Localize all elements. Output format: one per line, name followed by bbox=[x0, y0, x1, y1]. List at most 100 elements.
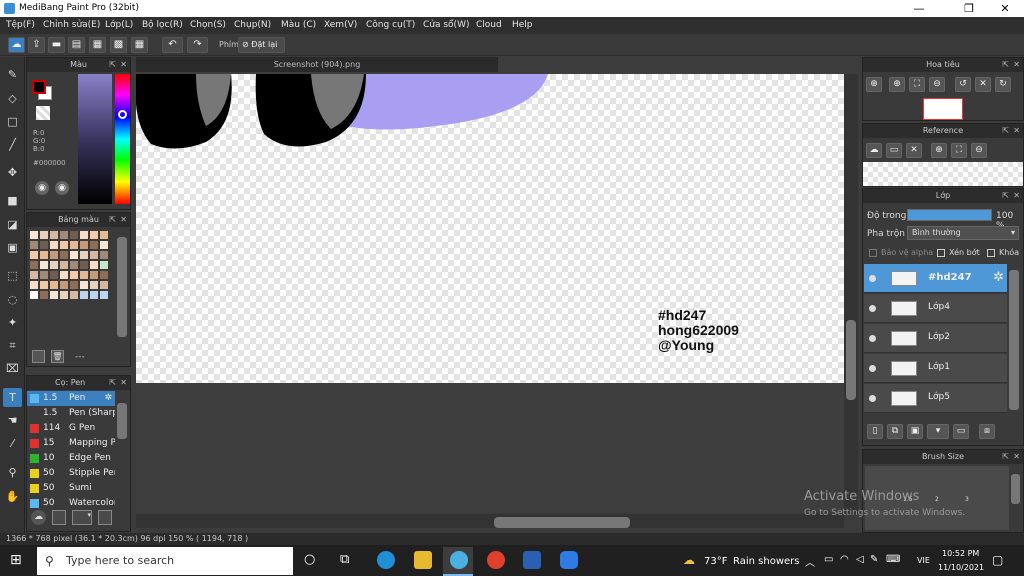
palette-swatch[interactable] bbox=[80, 291, 88, 299]
menu-view[interactable]: Xem(V) bbox=[324, 20, 357, 30]
reference-canvas[interactable] bbox=[863, 162, 1023, 186]
palette-swatch[interactable] bbox=[100, 251, 108, 259]
palette-swatch[interactable] bbox=[60, 281, 68, 289]
layer-merge-icon[interactable]: ⧈ bbox=[979, 424, 995, 439]
grid-icon[interactable]: ▩ bbox=[110, 37, 127, 53]
select-pen-tool-icon[interactable]: ⌗ bbox=[3, 336, 22, 355]
palette-swatch[interactable] bbox=[30, 271, 38, 279]
menu-layer[interactable]: Lớp(L) bbox=[105, 20, 133, 30]
brush-item[interactable]: 50 Sumi bbox=[27, 481, 115, 496]
navigator-preview[interactable] bbox=[923, 98, 963, 120]
menu-filter[interactable]: Bộ lọc(R) bbox=[142, 20, 183, 30]
palette-swatch[interactable] bbox=[50, 241, 58, 249]
palette-swatch[interactable] bbox=[50, 261, 58, 269]
zoom-out-icon[interactable]: ⊖ bbox=[929, 77, 945, 92]
undo-icon[interactable]: ↶ bbox=[162, 37, 183, 53]
actual-size-icon[interactable]: ⛶ bbox=[909, 77, 925, 92]
layer-row[interactable]: Lớp5 bbox=[864, 384, 1007, 413]
palette-swatch[interactable] bbox=[40, 291, 48, 299]
clock-date[interactable]: 11/10/2021 bbox=[938, 563, 984, 572]
brush-item[interactable]: 1.5 Pen ✲ bbox=[27, 391, 115, 406]
palette-swatch[interactable] bbox=[90, 271, 98, 279]
palette-settings-icon[interactable]: ◉ bbox=[55, 181, 69, 195]
magic-wand-tool-icon[interactable]: ✦ bbox=[3, 313, 22, 332]
protect-alpha-checkbox[interactable] bbox=[869, 249, 877, 257]
palette-swatch[interactable] bbox=[40, 231, 48, 239]
gradient-tool-icon[interactable]: ▣ bbox=[3, 238, 22, 257]
fill-rect-tool-icon[interactable]: ■ bbox=[3, 191, 22, 210]
pin-icon[interactable]: ⇱ bbox=[109, 376, 116, 390]
move-tool-icon[interactable]: ✥ bbox=[3, 163, 22, 182]
visibility-icon[interactable] bbox=[869, 275, 876, 282]
zoom-fit-icon[interactable]: ⊕ bbox=[866, 77, 882, 92]
palette-swatch[interactable] bbox=[40, 251, 48, 259]
layer-scrollbar[interactable] bbox=[1009, 270, 1019, 410]
wifi-icon[interactable]: ◠ bbox=[840, 554, 849, 565]
palette-swatch[interactable] bbox=[90, 291, 98, 299]
text-tool-icon[interactable]: T bbox=[3, 388, 22, 407]
select-eraser-tool-icon[interactable]: ⌧ bbox=[3, 359, 22, 378]
layer-settings-gear-icon[interactable]: ✲ bbox=[993, 270, 1004, 285]
foreground-color-swatch[interactable] bbox=[32, 80, 46, 94]
palette-swatch[interactable] bbox=[60, 261, 68, 269]
brush-size-scrollbar[interactable] bbox=[1011, 474, 1020, 504]
operation-tool-icon[interactable]: ☚ bbox=[3, 411, 22, 430]
close-button[interactable]: ✕ bbox=[990, 0, 1020, 17]
comment-icon[interactable]: ▤ bbox=[68, 37, 85, 53]
palette-scrollbar[interactable] bbox=[117, 237, 127, 337]
close-icon[interactable]: ✕ bbox=[1013, 58, 1020, 72]
file-explorer-icon[interactable] bbox=[414, 551, 432, 569]
layer-row[interactable]: Lớp1 bbox=[864, 354, 1007, 383]
clock-time[interactable]: 10:52 PM bbox=[942, 549, 979, 558]
hue-handle[interactable] bbox=[118, 110, 127, 119]
reset-rotate-icon[interactable]: ✕ bbox=[975, 77, 991, 92]
palette-swatch[interactable] bbox=[60, 231, 68, 239]
close-icon[interactable]: ✕ bbox=[1013, 450, 1020, 464]
palette-swatch[interactable] bbox=[100, 261, 108, 269]
vertical-scrollbar[interactable] bbox=[844, 74, 858, 514]
palette-swatch[interactable] bbox=[40, 281, 48, 289]
opacity-slider[interactable] bbox=[907, 209, 992, 221]
page-icon[interactable]: ▦ bbox=[89, 37, 106, 53]
bucket-tool-icon[interactable]: ◪ bbox=[3, 215, 22, 234]
visibility-icon[interactable] bbox=[869, 365, 876, 372]
palette-swatch[interactable] bbox=[60, 271, 68, 279]
palette-swatch[interactable] bbox=[70, 241, 78, 249]
redo-icon[interactable]: ↷ bbox=[187, 37, 208, 53]
close-icon[interactable]: ✕ bbox=[1013, 189, 1020, 203]
palette-swatch[interactable] bbox=[70, 281, 78, 289]
palette-swatch[interactable] bbox=[90, 231, 98, 239]
hand-tool-icon[interactable]: ✋ bbox=[3, 487, 22, 506]
minimize-button[interactable]: — bbox=[904, 0, 934, 17]
horizontal-scrollbar[interactable] bbox=[136, 514, 844, 528]
word-icon[interactable] bbox=[523, 551, 541, 569]
eraser-tool-icon[interactable]: ◇ bbox=[3, 89, 22, 108]
palette-swatch[interactable] bbox=[30, 241, 38, 249]
new-layer-icon[interactable]: ▯ bbox=[867, 424, 883, 439]
maximize-button[interactable]: ❐ bbox=[954, 0, 984, 17]
language-indicator[interactable]: VIE bbox=[917, 556, 930, 565]
cloud-icon[interactable]: ☁ bbox=[8, 37, 25, 53]
palette-swatch[interactable] bbox=[80, 271, 88, 279]
brush-scrollbar[interactable] bbox=[117, 403, 127, 439]
palette-swatch[interactable] bbox=[30, 261, 38, 269]
weather-temp[interactable]: 73°F bbox=[704, 556, 727, 567]
palette-swatch[interactable] bbox=[60, 251, 68, 259]
chrome-icon[interactable] bbox=[487, 551, 505, 569]
add-brush-icon[interactable] bbox=[52, 510, 66, 525]
notification-icon[interactable]: ▢ bbox=[992, 553, 1003, 567]
cortana-icon[interactable]: ○ bbox=[304, 552, 315, 567]
close-icon[interactable]: ✕ bbox=[120, 376, 127, 390]
palette-swatch[interactable] bbox=[40, 261, 48, 269]
palette-swatch[interactable] bbox=[80, 261, 88, 269]
brush-item[interactable]: 50 Watercolor bbox=[27, 496, 115, 511]
layer-mask-icon[interactable]: ▣ bbox=[907, 424, 923, 439]
menu-capture[interactable]: Chụp(N) bbox=[234, 20, 271, 30]
palette-swatch[interactable] bbox=[100, 231, 108, 239]
transparent-swatch[interactable] bbox=[36, 106, 50, 120]
brush-item[interactable]: 114 G Pen bbox=[27, 421, 115, 436]
chevron-up-icon[interactable]: ︿ bbox=[805, 554, 815, 569]
visibility-icon[interactable] bbox=[869, 305, 876, 312]
cloud-brush-icon[interactable]: ☁ bbox=[31, 510, 46, 525]
menu-edit[interactable]: Chỉnh sửa(E) bbox=[43, 20, 100, 30]
